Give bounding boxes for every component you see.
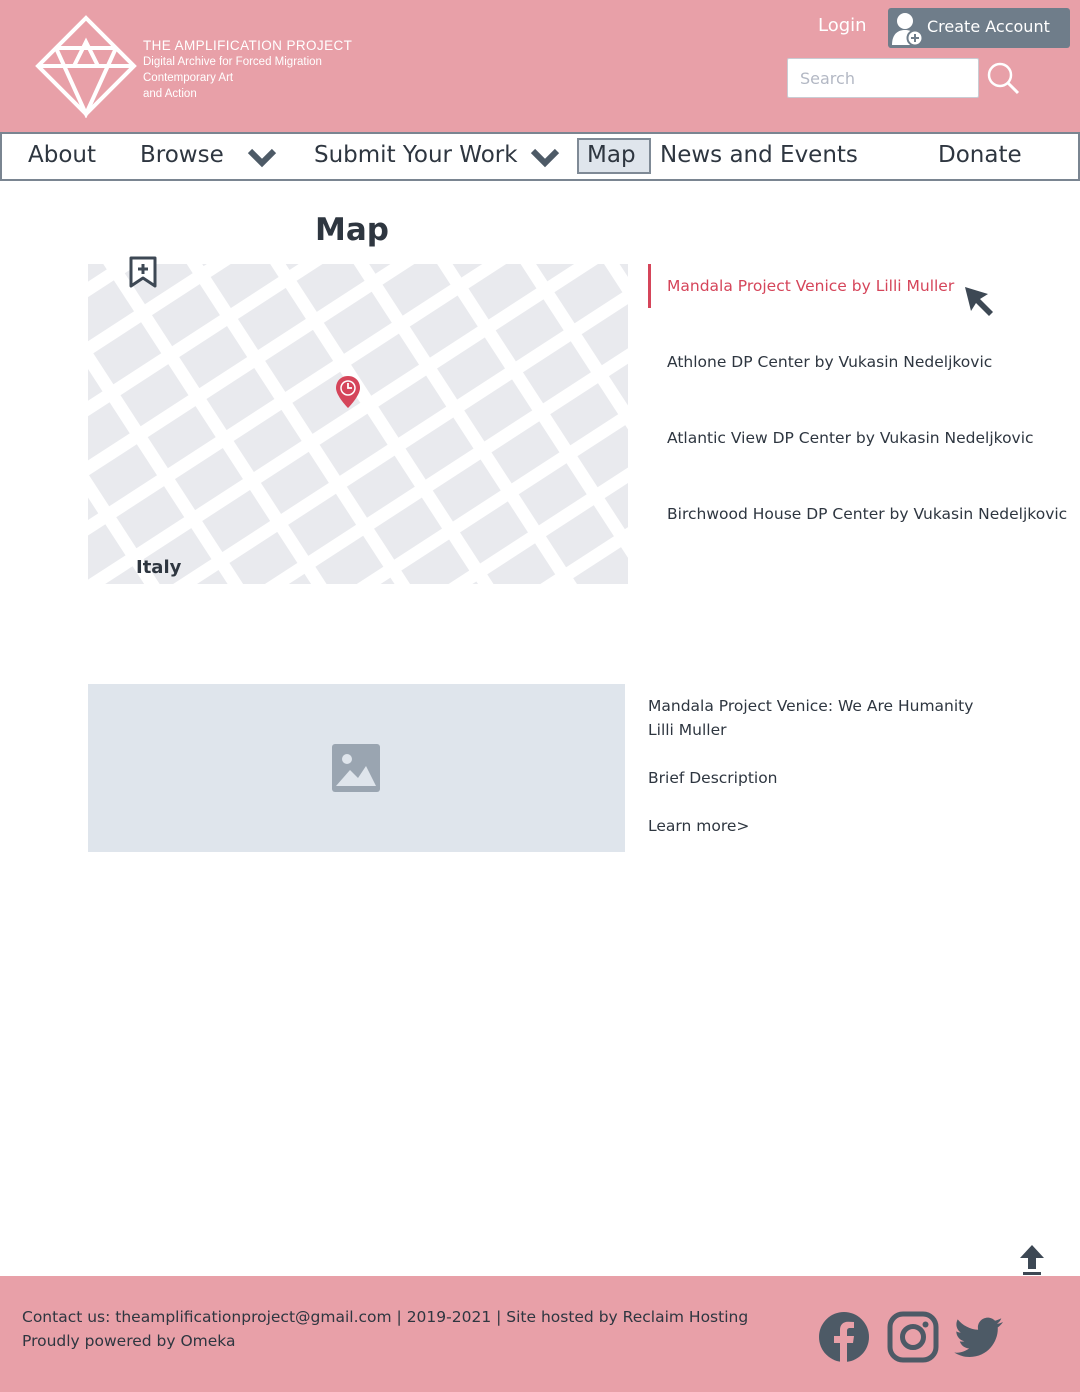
location-item[interactable]: Atlantic View DP Center by Vukasin Nedel… — [648, 416, 1034, 460]
add-user-icon — [890, 9, 926, 47]
page-title: Map — [315, 212, 389, 248]
login-link[interactable]: Login — [818, 15, 867, 36]
detail-title: Mandala Project Venice: We Are Humanity — [648, 697, 974, 715]
footer-contact-line[interactable]: Contact us: theamplificationproject@gmai… — [22, 1308, 748, 1326]
search-input[interactable] — [787, 58, 979, 98]
site-header: THE AMPLIFICATION PROJECT Digital Archiv… — [0, 0, 1080, 132]
twitter-icon[interactable] — [953, 1310, 1007, 1364]
detail-artist: Lilli Muller — [648, 721, 727, 739]
cursor-arrow-icon — [962, 284, 998, 320]
image-icon — [330, 742, 382, 794]
nav-donate[interactable]: Donate — [938, 139, 1022, 171]
nav-submit-your-work[interactable]: Submit Your Work — [314, 139, 518, 171]
create-account-button[interactable]: Create Account — [888, 8, 1070, 48]
location-item[interactable]: Birchwood House DP Center by Vukasin Ned… — [648, 492, 1067, 536]
map-region-label: Italy — [136, 557, 182, 578]
search-icon[interactable] — [985, 60, 1023, 98]
brand-text: THE AMPLIFICATION PROJECT Digital Archiv… — [143, 37, 352, 102]
nav-news-and-events[interactable]: News and Events — [660, 139, 858, 171]
detail-description: Brief Description — [648, 769, 778, 787]
create-account-label: Create Account — [927, 17, 1050, 36]
instagram-icon[interactable] — [886, 1310, 940, 1364]
site-footer: Contact us: theamplificationproject@gmai… — [0, 1276, 1080, 1392]
map-view[interactable] — [88, 264, 628, 584]
map-pin-icon[interactable] — [334, 374, 362, 410]
main-nav: About Browse Submit Your Work Map News a… — [0, 132, 1080, 181]
nav-browse[interactable]: Browse — [140, 139, 224, 171]
footer-powered-by[interactable]: Proudly powered by Omeka — [22, 1332, 236, 1350]
location-item[interactable]: Mandala Project Venice by Lilli Muller — [648, 264, 954, 308]
brand-title: THE AMPLIFICATION PROJECT — [143, 38, 353, 53]
chevron-down-icon[interactable] — [246, 145, 278, 171]
chevron-down-icon[interactable] — [529, 145, 561, 171]
nav-about[interactable]: About — [28, 139, 96, 171]
back-to-top-icon[interactable] — [1018, 1244, 1046, 1276]
brand-tagline-1: Digital Archive for Forced Migration — [143, 56, 322, 68]
facebook-icon[interactable] — [817, 1310, 871, 1364]
nav-map[interactable]: Map — [587, 139, 636, 171]
bookmark-add-icon[interactable] — [128, 255, 158, 289]
location-item[interactable]: Athlone DP Center by Vukasin Nedeljkovic — [648, 340, 992, 384]
brand-tagline-2: Contemporary Art — [143, 72, 234, 84]
brand-tagline-3: and Action — [143, 88, 197, 100]
image-placeholder — [88, 684, 625, 852]
learn-more-link[interactable]: Learn more> — [648, 817, 749, 835]
site-logo[interactable] — [34, 14, 138, 119]
